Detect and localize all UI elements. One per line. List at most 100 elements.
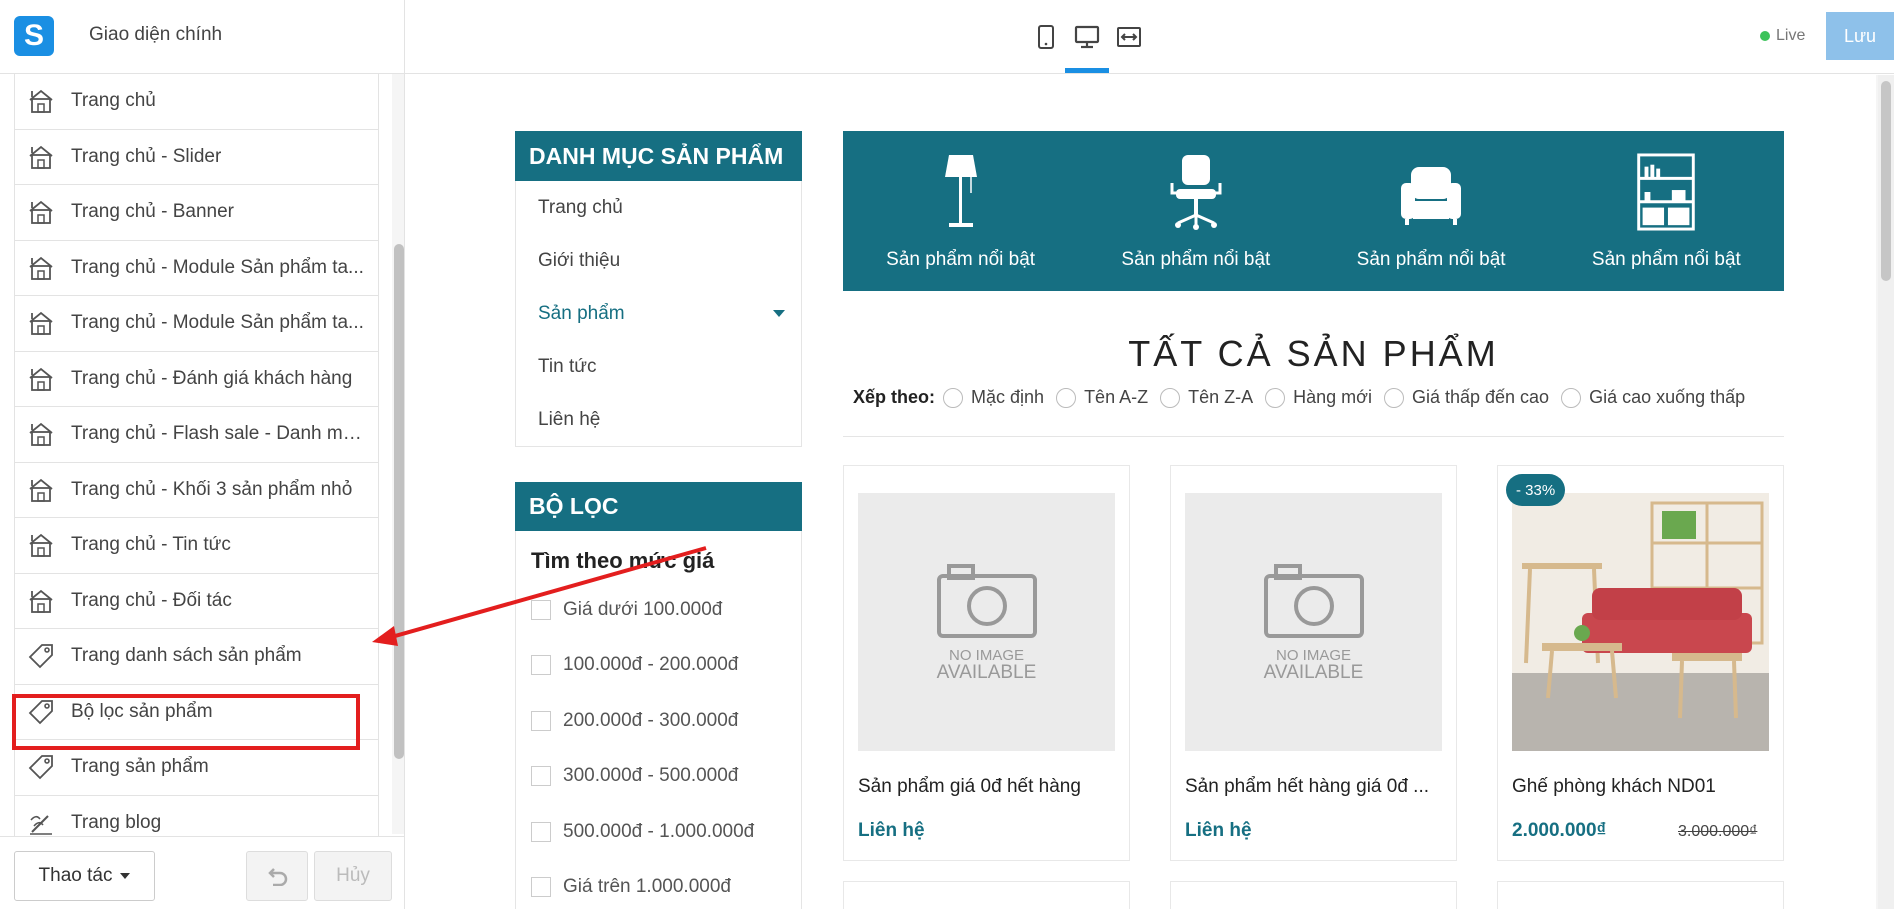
mobile-view-button[interactable] (1031, 22, 1061, 52)
undo-button[interactable] (246, 851, 308, 901)
feature-label: Sản phẩm nổi bật (1356, 249, 1506, 270)
caret-down-icon[interactable] (773, 310, 785, 317)
feature-item[interactable]: Sản phẩm nổi bật (843, 131, 1078, 291)
price-filter-option[interactable]: 100.000đ - 200.000đ (516, 638, 801, 694)
sort-option[interactable]: Giá thấp đến cao (1383, 387, 1549, 408)
sidebar-item[interactable]: Trang chủ - Đối tác (14, 573, 379, 629)
checkbox[interactable] (531, 710, 551, 731)
house-icon (27, 198, 55, 226)
product-card[interactable]: NO IMAGE AVAILABLE Sản phẩm giá 0đ hết h… (843, 465, 1130, 861)
radio-button[interactable] (1056, 387, 1077, 408)
house-icon (27, 143, 55, 171)
cancel-button[interactable]: Hủy (314, 851, 392, 901)
no-image-text: AVAILABLE (936, 662, 1037, 684)
sidebar-footer: Thao tác Hủy (0, 836, 404, 909)
product-card[interactable] (843, 881, 1130, 909)
preview-scrollbar-thumb[interactable] (1881, 81, 1891, 281)
category-item[interactable]: Liên hệ (516, 393, 801, 446)
price-filter-option[interactable]: Giá trên 1.000.000đ (516, 860, 801, 909)
sort-option[interactable]: Tên A-Z (1056, 387, 1148, 408)
feature-item[interactable]: Sản phẩm nổi bật (1078, 131, 1313, 291)
product-name[interactable]: Sản phẩm hết hàng giá 0đ ... (1185, 776, 1445, 798)
feature-item[interactable]: Sản phẩm nổi bật (1314, 131, 1549, 291)
camera-icon (936, 564, 1037, 639)
sidebar-item-label: Trang chủ - Khối 3 sản phẩm nhỏ (71, 478, 353, 500)
sidebar-scrollbar-thumb[interactable] (394, 244, 404, 759)
sidebar-item[interactable]: Trang chủ - Banner (14, 185, 379, 241)
price-filter-option[interactable]: Giá dưới 100.000đ (516, 582, 801, 638)
category-item[interactable]: Sản phẩm (516, 287, 801, 340)
product-name[interactable]: Sản phẩm giá 0đ hết hàng (858, 776, 1118, 798)
radio-button[interactable] (1160, 387, 1181, 408)
sort-option[interactable]: Giá cao xuống thấp (1561, 387, 1745, 408)
tag-icon (27, 753, 55, 781)
radio-button[interactable] (1561, 387, 1582, 408)
sort-option-label: Hàng mới (1293, 387, 1372, 407)
app-logo[interactable]: S (14, 16, 54, 56)
product-image[interactable] (1512, 493, 1769, 751)
price-filter-label: 500.000đ - 1.000.000đ (563, 820, 755, 842)
product-name[interactable]: Ghế phòng khách ND01 (1512, 776, 1772, 798)
product-card[interactable] (1497, 881, 1784, 909)
house-icon (27, 531, 55, 559)
sidebar-item[interactable]: Trang chủ - Module Sản phẩm ta... (14, 296, 379, 352)
category-item[interactable]: Tin tức (516, 340, 801, 393)
price-filter-label: Giá dưới 100.000đ (563, 598, 723, 620)
category-label: Sản phẩm (538, 302, 625, 324)
preview-canvas: DANH MỤC SẢN PHẨM Trang chủ Giới thiệu Sản… (406, 75, 1894, 909)
sidebar-item-label: Trang blog (71, 811, 162, 833)
sidebar-item[interactable]: Trang chủ - Module Sản phẩm ta... (14, 240, 379, 296)
price-filter-label: 300.000đ - 500.000đ (563, 765, 739, 787)
feature-item[interactable]: Sản phẩm nổi bật (1549, 131, 1784, 291)
sidebar: Trang chủ Trang chủ - Slider Trang chủ - B… (0, 74, 405, 909)
save-button[interactable]: Lưu (1826, 12, 1894, 60)
sidebar-item[interactable]: Trang chủ - Tin tức (14, 518, 379, 574)
checkbox[interactable] (531, 877, 551, 898)
sidebar-item[interactable]: Trang chủ - Khối 3 sản phẩm nhỏ (14, 462, 379, 518)
sidebar-item[interactable]: Trang danh sách sản phẩm (14, 629, 379, 685)
category-label: Tin tức (538, 355, 597, 377)
filter-panel-title: BỘ LỌC (515, 482, 802, 531)
no-image-placeholder: NO IMAGE AVAILABLE (1185, 493, 1442, 751)
desktop-view-button[interactable] (1072, 22, 1102, 52)
radio-button[interactable] (1265, 387, 1286, 408)
sort-option[interactable]: Mặc định (943, 387, 1044, 408)
price-filter-option[interactable]: 300.000đ - 500.000đ (516, 749, 801, 805)
checkbox[interactable] (531, 766, 551, 787)
category-item[interactable]: Trang chủ (516, 181, 801, 234)
category-item[interactable]: Giới thiệu (516, 234, 801, 287)
product-card[interactable] (1170, 881, 1457, 909)
sidebar-item[interactable]: Trang chủ - Đánh giá khách hàng (14, 351, 379, 407)
radio-button[interactable] (943, 387, 964, 408)
product-card[interactable]: NO IMAGE AVAILABLE Sản phẩm hết hàng giá… (1170, 465, 1457, 861)
sidebar-item-label: Trang sản phẩm (71, 756, 209, 778)
sidebar-item[interactable]: Trang chủ - Slider (14, 129, 379, 185)
checkbox[interactable] (531, 655, 551, 676)
price-filter-option[interactable]: 500.000đ - 1.000.000đ (516, 804, 801, 860)
price-filter-title: Tìm theo mức giá (531, 548, 715, 573)
radio-button[interactable] (1383, 387, 1404, 408)
actions-label: Thao tác (38, 865, 113, 886)
feature-label: Sản phẩm nổi bật (1121, 249, 1271, 270)
sort-option[interactable]: Hàng mới (1265, 387, 1372, 408)
sort-option-label: Tên Z-A (1188, 387, 1254, 407)
tag-icon (27, 642, 55, 670)
checkbox[interactable] (531, 821, 551, 842)
sidebar-item[interactable]: Trang chủ (14, 74, 379, 130)
highlight-box (12, 694, 360, 750)
theme-title: Giao diện chính (89, 24, 223, 45)
price-filter-label: 200.000đ - 300.000đ (563, 709, 739, 731)
sidebar-item[interactable]: Trang chủ - Flash sale - Danh mụ... (14, 407, 379, 463)
desktop-icon (1074, 25, 1100, 49)
price-filter-label: 100.000đ - 200.000đ (563, 654, 739, 676)
mobile-icon (1038, 25, 1054, 49)
sort-option[interactable]: Tên Z-A (1160, 387, 1253, 408)
product-card[interactable]: - 33% Ghế phòng khách ND01 2.000.000₫ 3.… (1497, 465, 1784, 861)
feature-label: Sản phẩm nổi bật (886, 249, 1036, 270)
bookshelf-icon (1637, 153, 1696, 231)
fullwidth-view-button[interactable] (1114, 22, 1144, 52)
feature-band: Sản phẩm nổi bật Sản phẩm nổi bật Sản ph… (843, 131, 1784, 291)
actions-dropdown-button[interactable]: Thao tác (14, 851, 155, 901)
checkbox[interactable] (531, 599, 551, 620)
price-filter-option[interactable]: 200.000đ - 300.000đ (516, 693, 801, 749)
